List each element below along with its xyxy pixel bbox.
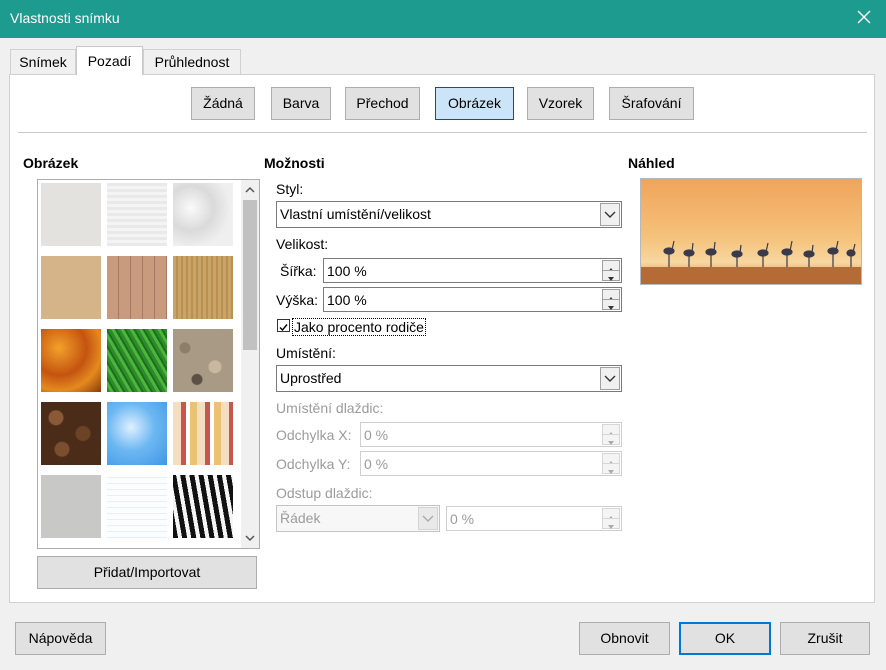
position-label: Umístění: [276, 345, 336, 361]
fill-none-button[interactable]: Žádná [191, 87, 255, 120]
width-stepper[interactable]: 100 % [323, 258, 622, 283]
scroll-up-icon[interactable] [244, 184, 256, 196]
offset-y-label: Odchylka Y: [276, 456, 351, 472]
offset-x-label: Odchylka X: [276, 427, 352, 443]
chevron-down-icon [604, 211, 616, 218]
tab-background[interactable]: Pozadí [76, 46, 143, 75]
thumb-graph-paper[interactable] [107, 475, 167, 538]
chevron-down-icon [608, 525, 614, 529]
tile-offset-stepper[interactable]: 0 % [446, 506, 622, 531]
style-select[interactable]: Vlastní umístění/velikost [276, 201, 622, 228]
thumb-maple-leaves[interactable] [41, 329, 101, 392]
position-select-arrow[interactable] [600, 367, 620, 390]
thumb-fence[interactable] [107, 256, 167, 319]
flamingo-preview [641, 179, 861, 284]
preview-image [640, 178, 862, 285]
cancel-button[interactable]: Zrušit [780, 622, 870, 655]
chevron-down-icon [608, 441, 614, 445]
options-heading: Možnosti [264, 155, 325, 171]
scroll-down-icon[interactable] [244, 532, 256, 544]
tile-offset-mode-value: Řádek [280, 510, 321, 526]
height-stepper[interactable]: 100 % [323, 287, 622, 312]
chevron-down-icon [422, 515, 434, 522]
style-label: Styl: [276, 181, 304, 197]
tab-slide[interactable]: Snímek [10, 49, 76, 74]
tile-offset-mode-select[interactable]: Řádek [276, 505, 440, 532]
chevron-down-icon [608, 470, 614, 474]
tile-offset-value: 0 % [450, 511, 475, 527]
relative-label[interactable]: Jako procento rodiče [292, 318, 426, 336]
fill-color-button[interactable]: Barva [271, 87, 331, 120]
thumb-parchment-paper[interactable] [41, 256, 101, 319]
size-label: Velikost: [276, 236, 329, 252]
position-select-value: Uprostřed [280, 370, 342, 386]
thumb-color-stripes[interactable] [173, 402, 233, 465]
help-button[interactable]: Nápověda [15, 622, 106, 655]
thumb-paper-texture[interactable] [107, 183, 167, 246]
thumb-clouds[interactable] [107, 402, 167, 465]
preview-heading: Náhled [628, 155, 675, 171]
offset-y-value: 0 % [364, 456, 389, 472]
thumb-painted-white[interactable] [41, 183, 101, 246]
chevron-down-icon [608, 277, 614, 281]
width-value: 100 % [327, 263, 367, 279]
offset-x-down[interactable] [602, 434, 620, 445]
thumb-zebra[interactable] [173, 475, 233, 538]
tile-offset-down[interactable] [602, 518, 620, 529]
window-title: Vlastnosti snímku [10, 10, 120, 26]
ok-button[interactable]: OK [679, 622, 771, 655]
position-select[interactable]: Uprostřed [276, 365, 622, 392]
tile-position-label: Umístění dlaždic: [276, 400, 384, 416]
image-gallery[interactable] [37, 179, 260, 549]
title-bar: Vlastnosti snímku [0, 0, 886, 38]
image-heading: Obrázek [23, 155, 79, 171]
thumb-wooden-board[interactable] [173, 256, 233, 319]
thumb-coffee-beans[interactable] [41, 402, 101, 465]
tile-offset-label: Odstup dlaždic: [276, 485, 373, 501]
tile-offset-mode-arrow[interactable] [418, 507, 438, 530]
width-down[interactable] [602, 270, 620, 281]
fill-gradient-button[interactable]: Přechod [345, 87, 420, 120]
scroll-thumb[interactable] [243, 200, 257, 350]
height-label: Výška: [276, 292, 319, 308]
offset-x-stepper[interactable]: 0 % [360, 422, 622, 447]
width-label: Šířka: [280, 263, 317, 279]
separator [18, 132, 867, 133]
chevron-down-icon [604, 375, 616, 382]
chevron-down-icon [608, 306, 614, 310]
height-value: 100 % [327, 292, 367, 308]
background-panel: Žádná Barva Přechod Obrázek Vzorek Šrafo… [9, 74, 875, 603]
thumb-concrete[interactable] [41, 475, 101, 538]
offset-y-down[interactable] [602, 463, 620, 474]
check-icon [279, 324, 288, 332]
thumb-pebble-light[interactable] [173, 329, 233, 392]
tab-transparency[interactable]: Průhlednost [143, 49, 241, 74]
fill-hatching-button[interactable]: Šrafování [609, 87, 694, 120]
add-import-button[interactable]: Přidat/Importovat [37, 556, 257, 589]
fill-image-button[interactable]: Obrázek [435, 87, 514, 120]
reset-button[interactable]: Obnovit [579, 622, 670, 655]
thumb-paper-crumpled[interactable] [173, 183, 233, 246]
close-icon[interactable] [856, 9, 872, 25]
thumb-lawn[interactable] [107, 329, 167, 392]
fill-pattern-button[interactable]: Vzorek [527, 87, 594, 120]
style-select-value: Vlastní umístění/velikost [280, 206, 431, 222]
relative-checkbox[interactable] [277, 319, 290, 332]
offset-x-value: 0 % [364, 427, 389, 443]
height-down[interactable] [602, 299, 620, 310]
offset-y-stepper[interactable]: 0 % [360, 451, 622, 476]
gallery-scrollbar[interactable] [241, 180, 259, 548]
style-select-arrow[interactable] [600, 203, 620, 226]
